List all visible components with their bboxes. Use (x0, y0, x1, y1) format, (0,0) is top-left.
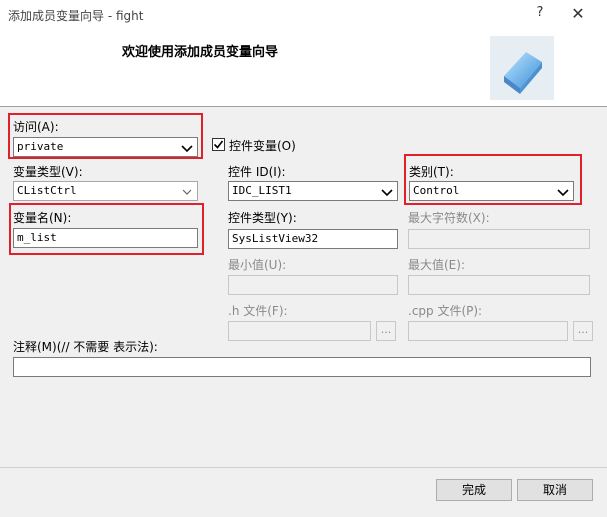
access-value: private (17, 140, 64, 153)
control-variable-label: 控件变量(O) (229, 139, 296, 153)
chevron-down-icon (381, 189, 393, 197)
control-id-dropdown[interactable]: IDC_LIST1 (228, 181, 398, 201)
variable-type-dropdown[interactable]: CListCtrl (13, 181, 198, 201)
control-variable-checkbox[interactable] (212, 138, 225, 151)
min-value-input[interactable] (228, 275, 398, 295)
comment-input[interactable] (13, 357, 591, 377)
window-title: 添加成员变量向导 - fight (8, 9, 144, 23)
variable-type-value: CListCtrl (17, 184, 77, 197)
category-label: 类别(T): (409, 165, 454, 179)
min-value-label: 最小值(U): (228, 258, 287, 272)
chevron-down-icon (182, 189, 192, 195)
access-label: 访问(A): (13, 120, 59, 134)
wizard-title: 欢迎使用添加成员变量向导 (122, 45, 279, 60)
h-file-input[interactable] (228, 321, 371, 341)
chevron-down-icon (181, 145, 193, 153)
max-chars-input[interactable] (408, 229, 590, 249)
h-file-label: .h 文件(F): (228, 304, 288, 318)
cancel-button[interactable]: 取消 (517, 479, 593, 501)
cube-icon (490, 36, 554, 100)
finish-button[interactable]: 完成 (436, 479, 512, 501)
control-type-input[interactable]: SysListView32 (228, 229, 398, 249)
cpp-file-input[interactable] (408, 321, 568, 341)
control-id-value: IDC_LIST1 (232, 184, 292, 197)
cpp-file-browse-button[interactable]: ... (573, 321, 593, 341)
chevron-down-icon (557, 189, 569, 197)
access-dropdown[interactable]: private (13, 137, 198, 157)
variable-type-label: 变量类型(V): (13, 165, 83, 179)
help-button[interactable]: ? (528, 5, 552, 25)
max-chars-label: 最大字符数(X): (408, 211, 490, 225)
h-file-browse-button[interactable]: ... (376, 321, 396, 341)
variable-name-label: 变量名(N): (13, 211, 72, 225)
control-type-label: 控件类型(Y): (228, 211, 297, 225)
footer-divider (0, 467, 607, 468)
cpp-file-label: .cpp 文件(P): (408, 304, 483, 318)
variable-name-input[interactable]: m_list (13, 228, 198, 248)
category-dropdown[interactable]: Control (409, 181, 574, 201)
max-value-input[interactable] (408, 275, 590, 295)
control-id-label: 控件 ID(I): (228, 165, 286, 179)
comment-label: 注释(M)(// 不需要 表示法): (13, 340, 158, 354)
checkmark-icon (213, 140, 224, 149)
close-button[interactable]: ✕ (566, 4, 590, 24)
max-value-label: 最大值(E): (408, 258, 465, 272)
category-value: Control (413, 184, 460, 197)
